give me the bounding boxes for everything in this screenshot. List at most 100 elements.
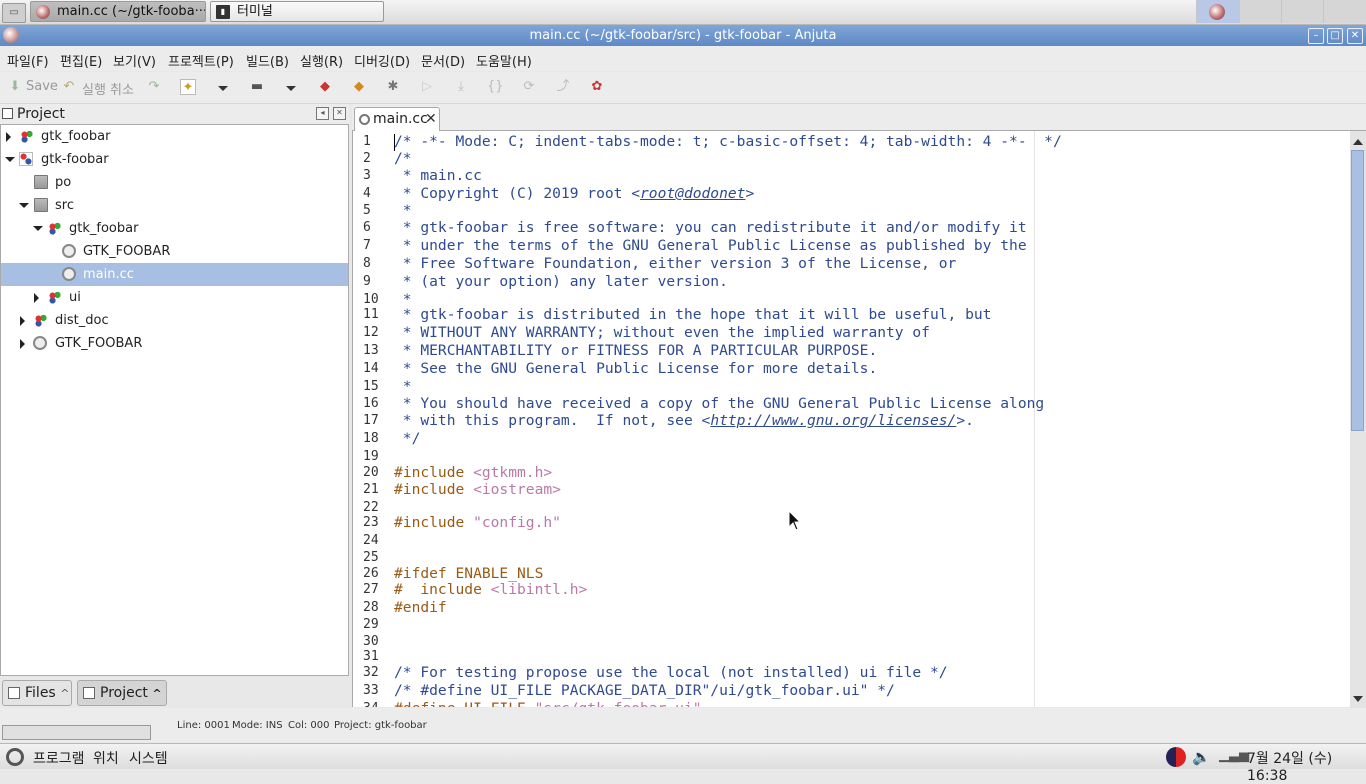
debug-icon[interactable]: ✿ <box>589 79 605 95</box>
code-line[interactable]: 18 */ <box>353 430 1350 448</box>
panel-menu-system[interactable]: 시스템 <box>129 748 168 768</box>
code-line[interactable]: 3 * main.cc <box>353 167 1350 185</box>
tree-row[interactable]: dist_doc <box>1 309 348 332</box>
code-line[interactable]: 32 /* For testing propose use the local (… <box>353 664 1350 682</box>
code-line[interactable]: 2 /* <box>353 150 1350 168</box>
scroll-thumb[interactable] <box>1351 150 1364 431</box>
volume-icon[interactable]: 🔈 <box>1192 748 1211 766</box>
tree-row-selected[interactable]: main.cc <box>1 263 348 286</box>
menu-view[interactable]: 보기(V) <box>113 51 156 70</box>
tree-row[interactable]: ui <box>1 286 348 309</box>
code-line[interactable]: 16 * You should have received a copy of … <box>353 395 1350 413</box>
minimize-button[interactable]: – <box>1308 28 1324 44</box>
run-icon[interactable]: ▷ <box>419 79 435 95</box>
expander-closed-icon[interactable] <box>20 316 25 326</box>
step-into-icon[interactable]: {} <box>487 79 504 95</box>
workspace-3[interactable] <box>1281 0 1324 23</box>
expander-closed-icon[interactable] <box>20 339 25 349</box>
code-line[interactable]: 14 * See the GNU General Public License … <box>353 360 1350 378</box>
workspace-4[interactable] <box>1323 0 1366 23</box>
code-line[interactable]: 6 * gtk-foobar is free software: you can… <box>353 219 1350 237</box>
code-link[interactable]: root@dodonet <box>640 185 745 202</box>
expander-closed-icon[interactable] <box>6 132 11 142</box>
build-icon[interactable]: ◆ <box>317 79 333 95</box>
tab-files[interactable]: Files ^ <box>2 680 72 706</box>
window-menu-icon[interactable] <box>3 27 19 43</box>
menu-help[interactable]: 도움말(H) <box>476 51 532 70</box>
step-icon[interactable]: ⤓ <box>453 79 469 95</box>
code-line[interactable]: 1 /* -*- Mode: C; indent-tabs-mode: t; c-… <box>353 133 1350 151</box>
code-line[interactable]: 12 * WITHOUT ANY WARRANTY; without even … <box>353 324 1350 342</box>
redo-button[interactable]: ↷ <box>146 79 162 95</box>
code-line[interactable]: 4 * Copyright (C) 2019 root <root@dodone… <box>353 185 1350 203</box>
tree-row[interactable]: gtk_foobar <box>1 217 348 240</box>
open-folder-button[interactable]: ▬ <box>249 79 265 95</box>
close-pane-button[interactable]: ✕ <box>333 107 346 120</box>
expander-open-icon[interactable] <box>5 157 15 162</box>
close-button[interactable]: ✕ <box>1347 28 1363 44</box>
code-line[interactable]: 34 #define UI_FILE "src/gtk_foobar.ui" <box>353 700 1350 707</box>
show-desktop-icon[interactable]: ▭ <box>2 3 26 23</box>
tree-row[interactable]: po <box>1 171 348 194</box>
tree-row[interactable]: GTK_FOOBAR <box>1 240 348 263</box>
vertical-scrollbar[interactable] <box>1350 131 1366 708</box>
menu-edit[interactable]: 편집(E) <box>60 51 102 70</box>
panel-menu-places[interactable]: 위치 <box>93 748 119 768</box>
distro-logo-icon[interactable] <box>6 748 24 766</box>
code-line[interactable]: 15 * <box>353 378 1350 396</box>
code-line[interactable]: 13 * MERCHANTABILITY or FITNESS FOR A PA… <box>353 342 1350 360</box>
close-tab-icon[interactable]: ✕ <box>425 108 437 130</box>
step-out-icon[interactable]: ⤴ <box>555 79 571 95</box>
tree-row[interactable]: gtk_foobar <box>1 125 348 148</box>
network-icon[interactable]: ▁▃▅ <box>1219 748 1249 766</box>
code-line[interactable]: 5 * <box>353 202 1350 220</box>
code-line[interactable]: 29 <box>353 616 1350 634</box>
menu-project[interactable]: 프로젝트(P) <box>168 51 234 70</box>
maximize-button[interactable]: □ <box>1327 28 1343 44</box>
project-tree[interactable]: gtk_foobar gtk-foobar po src gtk_foobar … <box>0 124 349 676</box>
workspace-1[interactable] <box>1196 0 1239 23</box>
code-view[interactable]: 1 /* -*- Mode: C; indent-tabs-mode: t; c-… <box>352 131 1350 707</box>
open-dropdown-arrow[interactable] <box>286 86 296 91</box>
new-dropdown-arrow[interactable] <box>218 86 228 91</box>
input-method-icon[interactable] <box>1166 747 1186 767</box>
panel-menu-programs[interactable]: 프로그램 <box>33 748 85 768</box>
menu-debug[interactable]: 디버깅(D) <box>354 51 410 70</box>
code-line[interactable]: 23 #include "config.h" <box>353 514 1350 532</box>
code-line[interactable]: 9 * (at your option) any later version. <box>353 273 1350 291</box>
code-link[interactable]: http://www.gnu.org/licenses/ <box>710 412 956 429</box>
taskbar-item-terminal[interactable]: ▮ 터미널 <box>210 1 384 22</box>
workspace-2[interactable] <box>1239 0 1282 23</box>
tab-project[interactable]: Project ^ <box>77 680 167 706</box>
code-line[interactable]: 17 * with this program. If not, see <htt… <box>353 412 1350 430</box>
save-button[interactable]: Save <box>26 79 58 97</box>
expander-open-icon[interactable] <box>33 226 43 231</box>
code-line[interactable]: 33 /* #define UI_FILE PACKAGE_DATA_DIR"/u… <box>353 682 1350 700</box>
expander-open-icon[interactable] <box>19 203 29 208</box>
menu-run[interactable]: 실행(R) <box>300 51 343 70</box>
expander-closed-icon[interactable] <box>34 293 39 303</box>
build-all-icon[interactable]: ◆ <box>351 79 367 95</box>
code-line[interactable]: 7 * under the terms of the GNU General P… <box>353 237 1350 255</box>
window-titlebar[interactable]: main.cc (~/gtk-foobar/src) - gtk-foobar … <box>0 25 1366 46</box>
menu-build[interactable]: 빌드(B) <box>246 51 289 70</box>
tree-row[interactable]: gtk-foobar <box>1 148 348 171</box>
dock-pane-button[interactable]: ◂ <box>316 107 329 120</box>
code-line[interactable]: 28 #endif <box>353 599 1350 617</box>
scroll-up-icon[interactable] <box>1353 139 1363 145</box>
menu-document[interactable]: 문서(D) <box>421 51 465 70</box>
code-line[interactable]: 24 <box>353 532 1350 550</box>
tree-row[interactable]: src <box>1 194 348 217</box>
new-file-button[interactable]: ✦ <box>180 79 196 95</box>
clock[interactable]: 7월 24일 (수) 16:38 <box>1247 748 1366 784</box>
taskbar-item-anjuta[interactable]: main.cc (~/gtk-fooba··· <box>30 1 206 22</box>
menu-file[interactable]: 파일(F) <box>7 51 49 70</box>
editor-tab-main-cc[interactable]: main.cc ✕ <box>354 107 440 131</box>
undo-button[interactable]: 실행 취소 <box>82 79 134 98</box>
tree-row[interactable]: GTK_FOOBAR <box>1 332 348 355</box>
code-line[interactable]: 8 * Free Software Foundation, either ver… <box>353 255 1350 273</box>
scroll-down-icon[interactable] <box>1353 696 1363 702</box>
code-line[interactable]: 27 # include <libintl.h> <box>353 581 1350 599</box>
step-over-icon[interactable]: ⟳ <box>521 79 537 95</box>
compile-icon[interactable]: ✱ <box>385 79 401 95</box>
